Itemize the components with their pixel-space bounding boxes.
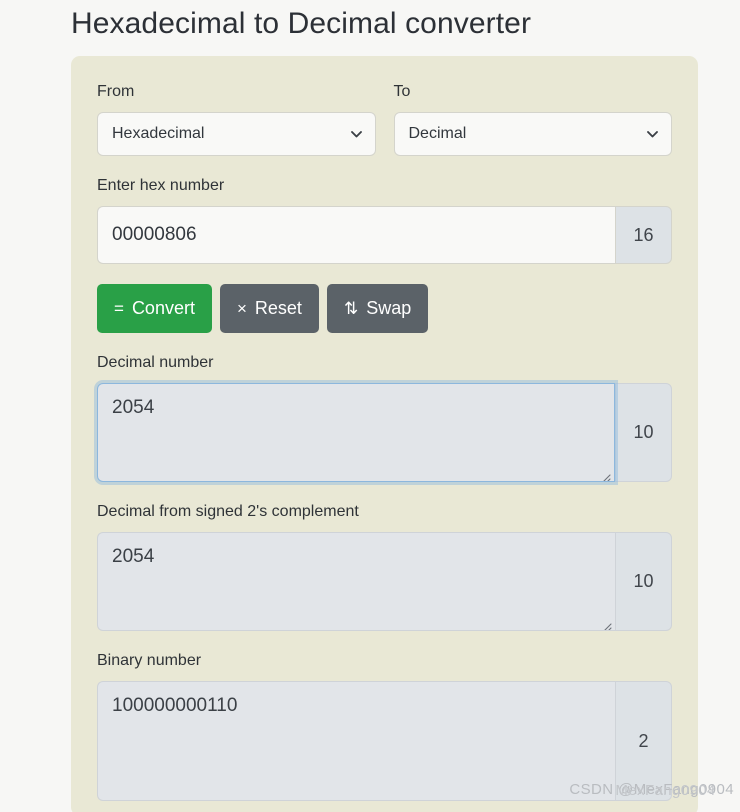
convert-button[interactable]: = Convert (97, 284, 212, 333)
base-selectors-row: From Hexadecimal To Decimal (97, 80, 672, 156)
binary-number-group: Binary number 100000000110 2 (97, 649, 672, 801)
binary-number-label: Binary number (97, 652, 202, 669)
converter-card: From Hexadecimal To Decimal Enter hex nu… (71, 56, 698, 812)
from-field: From Hexadecimal (97, 80, 376, 156)
hex-input-row: 00000806 16 (97, 206, 672, 264)
to-label: To (393, 83, 411, 100)
to-select-value: Decimal (408, 125, 467, 142)
to-select-wrap: Decimal (393, 112, 672, 156)
decimal-number-base-badge: 10 (615, 383, 672, 482)
resize-handle-icon[interactable] (599, 466, 611, 481)
decimal-signed-group: Decimal from signed 2's complement 2054 … (97, 500, 672, 631)
close-icon: × (236, 299, 247, 318)
decimal-signed-row: 2054 10 (97, 532, 672, 631)
binary-number-textarea[interactable]: 100000000110 (97, 681, 615, 801)
from-label: From (97, 83, 135, 100)
decimal-number-label: Decimal number (97, 354, 214, 371)
page-title: Hexadecimal to Decimal converter (71, 7, 532, 40)
resize-handle-icon[interactable] (600, 615, 612, 630)
binary-number-value: 100000000110 (112, 695, 238, 716)
action-buttons: = Convert × Reset ⇅ Swap (97, 284, 672, 333)
convert-button-label: Convert (131, 298, 195, 318)
swap-button-label: Swap (366, 298, 412, 318)
from-select-wrap: Hexadecimal (97, 112, 376, 156)
decimal-signed-textarea[interactable]: 2054 (97, 532, 615, 631)
swap-arrows-icon: ⇅ (343, 299, 359, 318)
equals-icon: = (114, 299, 124, 318)
hex-input-group: Enter hex number 00000806 16 (97, 174, 672, 264)
reset-button-label: Reset (254, 298, 302, 318)
hex-input-value: 00000806 (112, 224, 197, 245)
decimal-number-textarea[interactable]: 2054 (97, 383, 615, 482)
from-select[interactable]: Hexadecimal (97, 112, 376, 156)
to-select[interactable]: Decimal (393, 112, 672, 156)
decimal-signed-value: 2054 (112, 546, 155, 567)
to-field: To Decimal (393, 80, 672, 156)
decimal-number-row: 2054 10 (97, 383, 672, 482)
hex-input-label: Enter hex number (97, 177, 225, 194)
decimal-signed-label: Decimal from signed 2's complement (97, 503, 359, 520)
watermark-overlay-text: MexFang0904 (615, 782, 716, 799)
watermark: CSDN @MexFang0904 MexFang0904 (569, 781, 734, 799)
swap-button[interactable]: ⇅ Swap (326, 284, 429, 333)
decimal-number-value: 2054 (112, 397, 155, 418)
decimal-signed-base-badge: 10 (615, 532, 672, 631)
hex-base-badge: 16 (615, 206, 672, 264)
page-root: Hexadecimal to Decimal converter From He… (0, 0, 740, 812)
from-select-value: Hexadecimal (112, 125, 205, 142)
reset-button[interactable]: × Reset (219, 284, 319, 333)
decimal-number-group: Decimal number 2054 10 (97, 351, 672, 482)
hex-input[interactable]: 00000806 (97, 206, 615, 264)
